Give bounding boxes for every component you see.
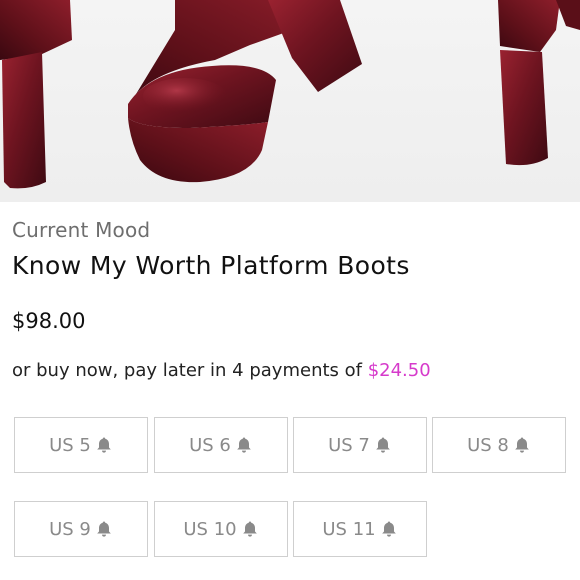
bell-icon [380,520,398,538]
size-label: US 7 [328,434,370,456]
size-button-us-8[interactable]: US 8 [432,417,566,473]
product-image[interactable] [0,0,580,202]
size-button-us-7[interactable]: US 7 [293,417,427,473]
size-button-us-10[interactable]: US 10 [154,501,288,557]
boots-photo [0,0,580,189]
bell-icon [513,436,531,454]
installment-amount: $24.50 [367,360,431,381]
bell-icon [95,436,113,454]
bell-icon [374,436,392,454]
size-label: US 9 [49,518,91,540]
size-label: US 10 [183,518,237,540]
size-label: US 11 [322,518,376,540]
size-button-us-11[interactable]: US 11 [293,501,427,557]
brand-name[interactable]: Current Mood [12,218,150,242]
size-label: US 6 [189,434,231,456]
size-label: US 5 [49,434,91,456]
bell-icon [235,436,253,454]
bell-icon [241,520,259,538]
size-label: US 8 [467,434,509,456]
size-button-us-9[interactable]: US 9 [14,501,148,557]
product-price: $98.00 [12,309,86,333]
installment-offer[interactable]: or buy now, pay later in 4 payments of $… [12,360,431,381]
product-title: Know My Worth Platform Boots [12,251,410,280]
bell-icon [95,520,113,538]
installment-text: or buy now, pay later in 4 payments of [12,360,368,381]
size-button-us-5[interactable]: US 5 [14,417,148,473]
size-button-us-6[interactable]: US 6 [154,417,288,473]
